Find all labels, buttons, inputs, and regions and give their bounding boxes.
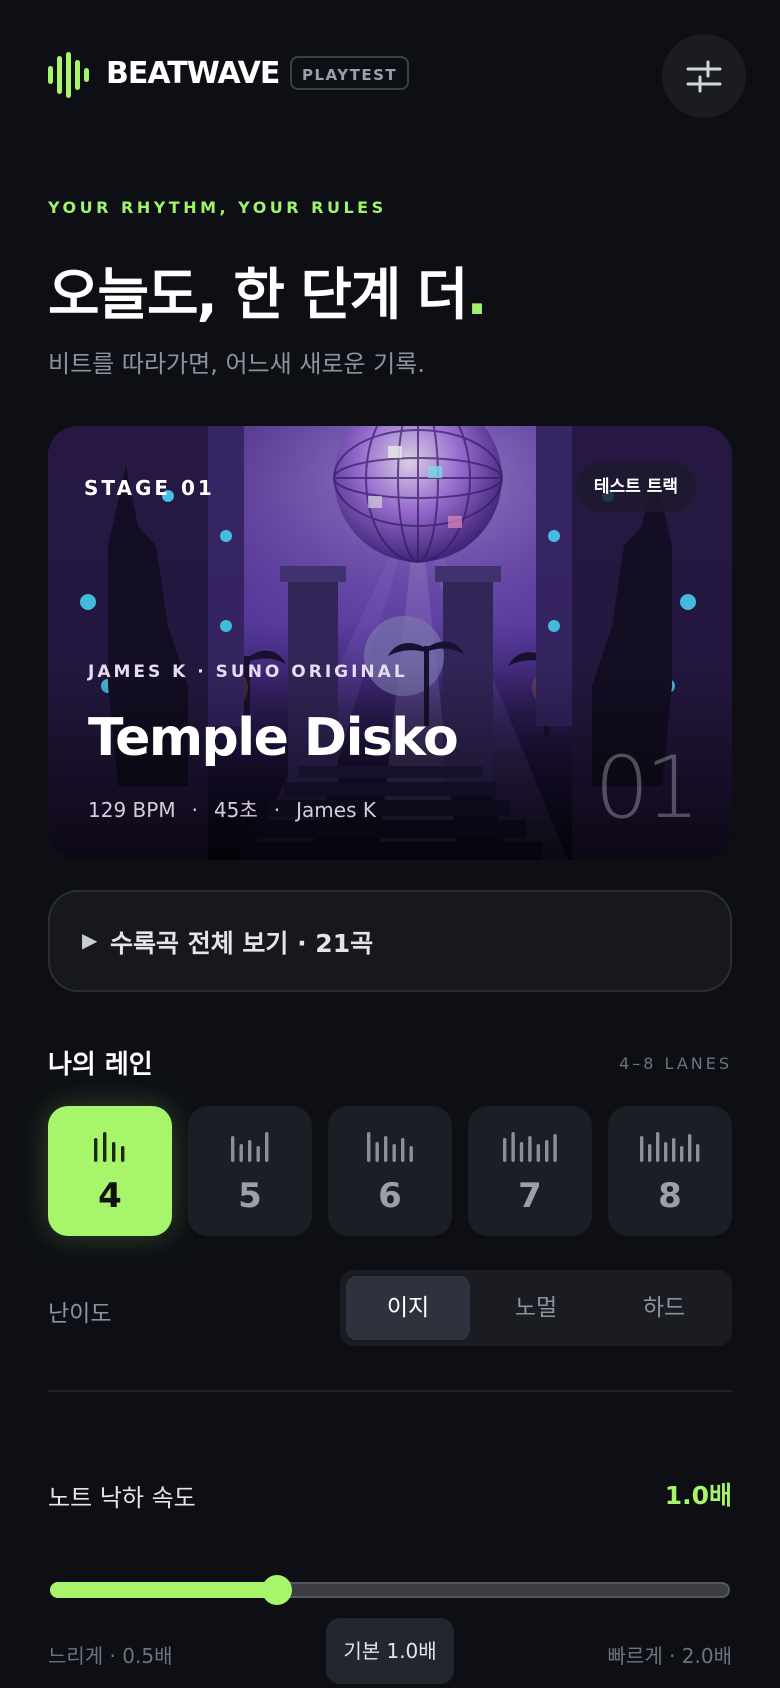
stage-label: STAGE 01: [84, 476, 215, 500]
default-speed-button[interactable]: 기본 1.0배: [326, 1618, 454, 1684]
lane-option-5[interactable]: 5: [188, 1106, 312, 1236]
difficulty-hard[interactable]: 하드: [602, 1276, 726, 1340]
meta-separator: ·: [273, 798, 281, 822]
note-speed-slider-fill: [50, 1582, 277, 1598]
difficulty-label: 난이도: [48, 1301, 112, 1327]
brand-name: BEATWAVE: [106, 56, 280, 91]
difficulty-normal[interactable]: 노멀: [474, 1276, 598, 1340]
lane-bars-icon: [94, 1132, 125, 1162]
track-artist: James K: [296, 798, 376, 822]
lane-count: 4: [98, 1176, 122, 1216]
waveform-logo-icon: [48, 52, 89, 98]
lane-option-7[interactable]: 7: [468, 1106, 592, 1236]
lane-count: 6: [378, 1176, 402, 1216]
difficulty-segmented-control: 이지 노멀 하드: [340, 1270, 732, 1346]
note-speed-label: 노트 낙하 속도: [48, 1484, 196, 1512]
track-duration: 45초: [213, 798, 258, 822]
tagline: YOUR RHYTHM, YOUR RULES: [48, 198, 387, 217]
track-bpm: 129 BPM: [88, 798, 176, 822]
lane-bars-icon: [367, 1132, 413, 1162]
lane-option-6[interactable]: 6: [328, 1106, 452, 1236]
track-number: 01: [594, 738, 700, 838]
section-divider: [48, 1390, 732, 1392]
track-meta: 129 BPM · 45초 · James K: [88, 794, 376, 823]
difficulty-easy[interactable]: 이지: [346, 1276, 470, 1340]
play-triangle-icon: ▶: [82, 928, 98, 952]
view-all-tracks-label: 수록곡 전체 보기 · 21곡: [110, 929, 374, 958]
note-speed-value: 1.0배: [664, 1481, 732, 1510]
lanes-range: 4–8 LANES: [619, 1054, 732, 1073]
lane-count: 8: [658, 1176, 682, 1216]
slow-speed-label: 느리게 · 0.5배: [48, 1644, 173, 1668]
settings-button[interactable]: [662, 34, 746, 118]
lane-option-4[interactable]: 4: [48, 1106, 172, 1236]
view-all-tracks-button[interactable]: ▶ 수록곡 전체 보기 · 21곡: [48, 890, 732, 992]
meta-separator: ·: [191, 798, 198, 822]
lane-bars-icon: [640, 1132, 700, 1162]
fast-speed-label: 빠르게 · 2.0배: [607, 1644, 732, 1668]
lanes-title: 나의 레인: [48, 1050, 153, 1080]
lane-option-8[interactable]: 8: [608, 1106, 732, 1236]
headline-dot: .: [466, 263, 487, 328]
sliders-icon: [686, 60, 722, 93]
track-title: Temple Disko: [88, 708, 459, 768]
app-header: BEATWAVE PLAYTEST: [48, 34, 746, 118]
lane-bars-icon: [503, 1132, 557, 1162]
note-speed-slider-thumb[interactable]: [261, 1575, 292, 1605]
headline-text: 오늘도, 한 단계 더: [48, 263, 468, 328]
artist-source-line: JAMES K · SUNO ORIGINAL: [88, 662, 408, 682]
headline: 오늘도, 한 단계 더.: [48, 250, 488, 331]
track-card[interactable]: STAGE 01 테스트 트랙 JAMES K · SUNO ORIGINAL …: [48, 426, 732, 860]
lane-count: 7: [518, 1176, 542, 1216]
subtitle: 비트를 따라가면, 어느새 새로운 기록.: [48, 350, 425, 378]
playtest-badge: PLAYTEST: [290, 56, 410, 90]
lane-bars-icon: [231, 1132, 269, 1162]
test-track-badge: 테스트 트랙: [575, 462, 696, 512]
lane-count: 5: [238, 1176, 262, 1216]
